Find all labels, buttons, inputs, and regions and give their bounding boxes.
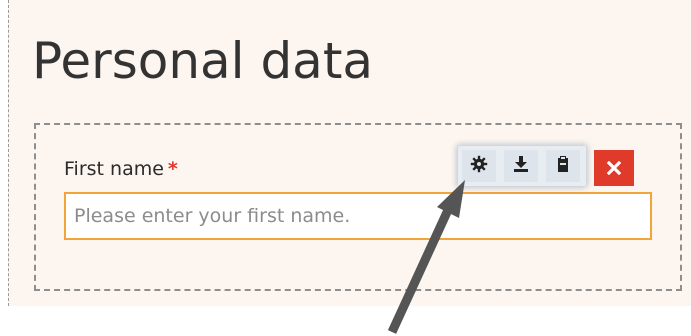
pointer-arrow: [387, 180, 465, 334]
